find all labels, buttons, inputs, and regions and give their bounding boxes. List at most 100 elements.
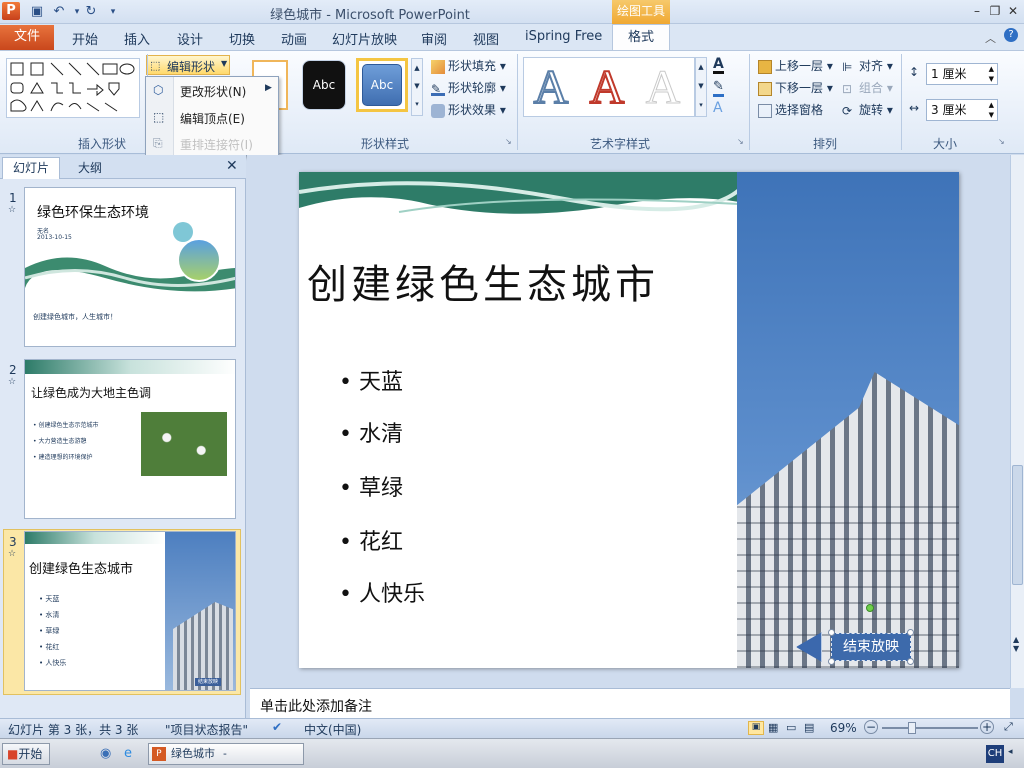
- fit-to-window-icon[interactable]: ⤢: [1004, 720, 1013, 734]
- rotate-button[interactable]: ⟳ 旋转 ▾: [842, 101, 893, 118]
- tab-transitions[interactable]: 切换: [229, 29, 255, 48]
- tab-design[interactable]: 设计: [177, 29, 203, 48]
- tab-outline[interactable]: 大纲: [62, 159, 118, 177]
- restore-button[interactable]: ❐: [986, 2, 1004, 20]
- tab-home[interactable]: 开始: [72, 29, 98, 48]
- slide-sorter-icon[interactable]: ▦: [768, 721, 778, 734]
- minimize-button[interactable]: –: [968, 2, 986, 20]
- send-backward-button[interactable]: 下移一层 ▾: [758, 79, 833, 96]
- wordart-style-3[interactable]: A: [638, 60, 688, 116]
- powerpoint-logo-icon[interactable]: P: [2, 2, 20, 20]
- width-input[interactable]: 3 厘米 ▲ ▼: [926, 99, 998, 121]
- edit-shape-button[interactable]: ⬚ 编辑形状 ▼: [146, 55, 230, 75]
- wordart-style-1[interactable]: A: [526, 60, 576, 116]
- slide-bullet[interactable]: • 人快乐: [339, 576, 425, 608]
- collapse-ribbon-icon[interactable]: ︿: [985, 30, 996, 46]
- shape-style-blue[interactable]: Abc: [356, 58, 408, 112]
- save-icon[interactable]: ▣: [28, 3, 46, 21]
- zoom-slider-track[interactable]: [882, 727, 978, 729]
- tab-slideshow[interactable]: 幻灯片放映: [332, 29, 397, 48]
- dialog-launcher-icon[interactable]: ↘: [505, 137, 512, 146]
- slide-thumbnail-3[interactable]: 创建绿色生态城市 • 天蓝 • 水清 • 草绿 • 花红 • 人快乐 结束放映: [24, 531, 236, 691]
- slide-bullet[interactable]: • 天蓝: [339, 364, 403, 396]
- undo-icon[interactable]: ↶: [50, 3, 68, 21]
- resize-handle[interactable]: [907, 629, 914, 636]
- internet-explorer-icon[interactable]: e: [124, 746, 132, 761]
- align-button[interactable]: ⊫ 对齐 ▾: [842, 57, 893, 74]
- dialog-launcher-icon[interactable]: ↘: [998, 137, 1005, 146]
- edit-shape-label: 编辑形状: [167, 60, 216, 74]
- edit-points-icon: ⬚: [153, 110, 165, 124]
- zoom-slider-thumb[interactable]: [908, 722, 916, 734]
- gallery-scroll-icon[interactable]: ▲ ▼ ▾: [695, 57, 707, 117]
- shape-outline-button[interactable]: ✎ 形状轮廓 ▾: [431, 79, 506, 96]
- slide-bullet[interactable]: • 草绿: [339, 470, 403, 502]
- vertical-scrollbar[interactable]: ▲ ▼: [1010, 155, 1024, 688]
- submenu-arrow-icon: ▶: [265, 83, 272, 93]
- tab-slides[interactable]: 幻灯片: [2, 157, 60, 179]
- size-group-label: 大小: [932, 137, 957, 151]
- reroute-connectors-menu-item[interactable]: ⎘ 重排连接符(I): [147, 133, 277, 155]
- shape-effects-button[interactable]: 形状效果 ▾: [431, 101, 506, 118]
- slide-title[interactable]: 创建绿色生态城市: [307, 252, 659, 310]
- tab-insert[interactable]: 插入: [124, 29, 150, 48]
- thumb-bullet: • 大力营造生态游憩: [33, 438, 87, 445]
- help-icon[interactable]: ?: [1004, 28, 1018, 42]
- spinner-icon[interactable]: ▲ ▼: [989, 100, 994, 120]
- rotation-handle[interactable]: [866, 604, 874, 612]
- slide-number: 2: [9, 363, 17, 377]
- theme-name[interactable]: "项目状态报告": [165, 721, 248, 738]
- end-show-button[interactable]: 结束放映: [831, 633, 911, 661]
- shape-gallery[interactable]: [6, 58, 140, 118]
- tab-review[interactable]: 审阅: [421, 29, 447, 48]
- zoom-out-icon[interactable]: −: [864, 720, 878, 734]
- shape-fill-button[interactable]: 形状填充 ▾: [431, 57, 506, 74]
- input-method-indicator[interactable]: CH: [986, 745, 1004, 763]
- redo-icon[interactable]: ↻: [82, 3, 100, 21]
- shape-style-black[interactable]: Abc: [302, 60, 346, 110]
- slide-thumbnail-1[interactable]: 绿色环保生态环境 无名 2013-10-15 创建绿色城市，人生城市！: [24, 187, 236, 347]
- slide-canvas[interactable]: 创建绿色生态城市 • 天蓝 • 水清 • 草绿 • 花红 • 人快乐 结束放映: [299, 172, 959, 668]
- start-button[interactable]: ■开始: [2, 743, 50, 765]
- resize-handle[interactable]: [828, 658, 835, 665]
- bring-forward-button[interactable]: 上移一层 ▾: [758, 57, 833, 74]
- dialog-launcher-icon[interactable]: ↘: [737, 137, 744, 146]
- quick-launch-icon[interactable]: ◉: [100, 746, 111, 761]
- tab-file[interactable]: 文件: [0, 25, 54, 50]
- customize-quick-access-icon[interactable]: ▾: [104, 3, 122, 21]
- taskbar-powerpoint-item[interactable]: P 绿色城市 - Microsof...: [148, 743, 304, 768]
- language-indicator[interactable]: 中文(中国): [304, 721, 361, 738]
- tab-view[interactable]: 视图: [473, 29, 499, 48]
- change-shape-menu-item[interactable]: ⬡ 更改形状(N) ▶: [147, 80, 277, 102]
- edit-points-menu-item[interactable]: ⬚ 编辑顶点(E): [147, 107, 277, 129]
- spinner-icon[interactable]: ▲ ▼: [989, 64, 994, 84]
- tab-format[interactable]: 格式: [612, 24, 670, 51]
- height-input[interactable]: 1 厘米 ▲ ▼: [926, 63, 998, 85]
- slide-thumbnail-2[interactable]: 让绿色成为大地主色调 • 创建绿色生态示范城市 • 大力营造生态游憩 • 建造理…: [24, 359, 236, 519]
- resize-handle[interactable]: [907, 658, 914, 665]
- insert-shape-group-label: 插入形状: [77, 137, 126, 151]
- text-outline-icon[interactable]: ✎: [713, 79, 724, 97]
- tab-animations[interactable]: 动画: [281, 29, 307, 48]
- close-pane-icon[interactable]: ✕: [226, 158, 238, 174]
- zoom-level[interactable]: 69%: [830, 721, 857, 735]
- notes-pane[interactable]: 单击此处添加备注: [250, 688, 1010, 718]
- zoom-in-icon[interactable]: +: [980, 720, 994, 734]
- text-effects-icon[interactable]: A: [713, 100, 723, 116]
- wordart-style-2[interactable]: A: [582, 60, 632, 116]
- tab-ispring[interactable]: iSpring Free: [525, 29, 602, 44]
- spell-check-icon[interactable]: ✔: [272, 720, 282, 734]
- resize-handle[interactable]: [828, 629, 835, 636]
- tray-arrow-icon[interactable]: ◂: [1008, 747, 1013, 757]
- wordart-group-label: 艺术字样式: [589, 137, 650, 151]
- close-button[interactable]: ✕: [1004, 2, 1022, 20]
- gallery-scroll-icon[interactable]: ▲ ▼ ▾: [411, 58, 423, 116]
- group-button[interactable]: ⊡ 组合 ▾: [842, 79, 893, 96]
- text-fill-icon[interactable]: A: [713, 57, 724, 74]
- slide-bullet[interactable]: • 花红: [339, 524, 403, 556]
- reading-view-icon[interactable]: ▭: [786, 721, 796, 734]
- normal-view-icon[interactable]: ▣: [748, 721, 764, 735]
- slide-bullet[interactable]: • 水清: [339, 416, 403, 448]
- selection-pane-button[interactable]: 选择窗格: [758, 101, 823, 118]
- slideshow-view-icon[interactable]: ▤: [804, 721, 814, 734]
